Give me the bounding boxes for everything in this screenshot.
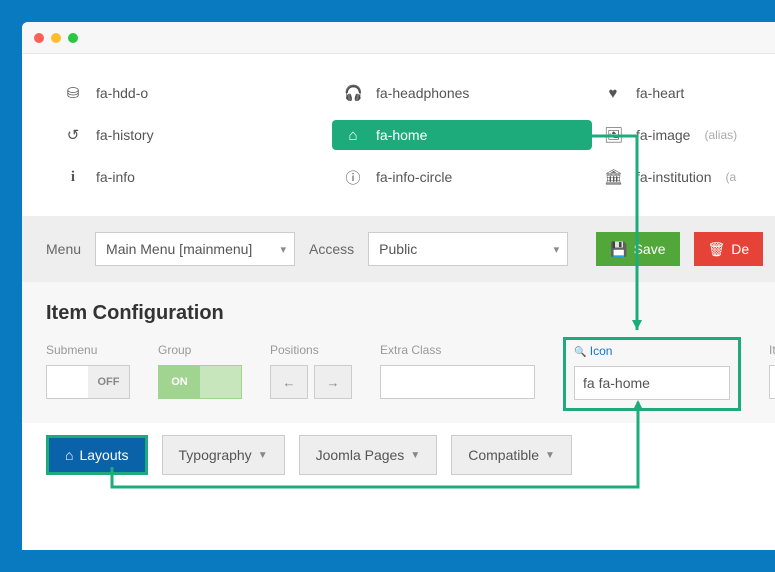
chevron-down-icon: ▼: [545, 450, 555, 461]
positions-label: Positions: [270, 343, 352, 357]
icon-item[interactable]: 🎧 fa-headphones: [332, 78, 592, 108]
icon-input[interactable]: [574, 366, 730, 400]
trash-icon: 🗑: [708, 241, 726, 258]
positions-field: Positions ← →: [270, 343, 352, 411]
toggle-on-text: ON: [159, 366, 200, 398]
icon-label: fa-info-circle: [376, 169, 452, 185]
extraclass-input[interactable]: [380, 365, 535, 399]
menu-select[interactable]: Main Menu [mainmenu]: [95, 232, 295, 266]
icon-label: 🔍 Icon: [574, 344, 730, 358]
icon-item[interactable]: i fa-info: [52, 162, 332, 192]
tab-label: Compatible: [468, 447, 539, 463]
save-label: Save: [634, 241, 666, 257]
icon-label: fa-home: [376, 127, 427, 143]
save-icon: 💾: [610, 241, 627, 258]
menu-label: Menu: [46, 241, 81, 257]
chevron-down-icon: ▼: [410, 450, 420, 461]
zoom-dot[interactable]: [68, 33, 78, 43]
window-titlebar: [22, 22, 775, 54]
heart-icon: ♥: [604, 85, 622, 102]
tab-joomla-pages[interactable]: Joomla Pages ▼: [299, 435, 438, 475]
tab-label: Typography: [179, 447, 252, 463]
close-dot[interactable]: [34, 33, 44, 43]
submenu-toggle[interactable]: OFF: [46, 365, 130, 399]
alias-label: (a: [725, 170, 736, 184]
item-field: Item: [769, 343, 775, 411]
icon-label: fa-institution: [636, 169, 711, 185]
history-icon: ↺: [64, 126, 82, 144]
icon-field-highlight: 🔍 Icon: [563, 337, 741, 411]
tab-label: Layouts: [79, 447, 128, 463]
item-configuration: Item Configuration Submenu OFF Group ON …: [22, 282, 775, 423]
chevron-down-icon: ▼: [258, 450, 268, 461]
headphones-icon: 🎧: [344, 84, 362, 102]
item-label: Item: [769, 343, 775, 357]
item-input[interactable]: [769, 365, 775, 399]
config-title: Item Configuration: [46, 302, 751, 325]
group-label: Group: [158, 343, 242, 357]
toggle-off-text: OFF: [88, 366, 129, 398]
toolbar: Menu Main Menu [mainmenu] Access Public …: [22, 216, 775, 282]
icon-label: fa-image: [636, 127, 690, 143]
save-button[interactable]: 💾 Save: [596, 232, 679, 266]
icon-item-selected[interactable]: ⌂ fa-home: [332, 120, 592, 150]
icon-picker-grid: ⛁ fa-hdd-o 🎧 fa-headphones ♥ fa-heart ↺ fa-h…: [22, 54, 775, 216]
delete-button[interactable]: 🗑 De: [694, 232, 764, 266]
tabs: ⌂ Layouts Typography ▼ Joomla Pages ▼ Compa…: [22, 423, 775, 487]
arrow-right-icon: →: [327, 375, 340, 390]
home-icon: ⌂: [65, 447, 73, 463]
icon-label: fa-headphones: [376, 85, 469, 101]
home-icon: ⌂: [344, 127, 362, 144]
tab-label: Joomla Pages: [316, 447, 405, 463]
arrow-left-icon: ←: [283, 375, 296, 390]
position-left-button[interactable]: ←: [270, 365, 308, 399]
access-select[interactable]: Public: [368, 232, 568, 266]
tab-compatible[interactable]: Compatible ▼: [451, 435, 572, 475]
icon-label: fa-heart: [636, 85, 684, 101]
institution-icon: 🏛: [604, 168, 622, 186]
icon-item[interactable]: ♥ fa-heart: [592, 78, 775, 108]
menu-value: Main Menu [mainmenu]: [106, 241, 252, 257]
group-toggle[interactable]: ON: [158, 365, 242, 399]
submenu-field: Submenu OFF: [46, 343, 130, 411]
icon-label: fa-hdd-o: [96, 85, 148, 101]
info-icon: i: [64, 169, 82, 186]
icon-item[interactable]: ↺ fa-history: [52, 120, 332, 150]
minimize-dot[interactable]: [51, 33, 61, 43]
search-icon: 🔍: [574, 347, 586, 358]
icon-label: fa-info: [96, 169, 135, 185]
tab-layouts[interactable]: ⌂ Layouts: [46, 435, 148, 475]
submenu-label: Submenu: [46, 343, 130, 357]
extraclass-label: Extra Class: [380, 343, 535, 357]
icon-label: fa-history: [96, 127, 154, 143]
icon-item[interactable]: 🖼 fa-image (alias): [592, 120, 775, 150]
icon-item[interactable]: ⓘ fa-info-circle: [332, 162, 592, 192]
alias-label: (alias): [704, 128, 737, 142]
hdd-icon: ⛁: [64, 84, 82, 102]
access-label: Access: [309, 241, 354, 257]
icon-item[interactable]: 🏛 fa-institution (a: [592, 162, 775, 192]
delete-label: De: [731, 241, 749, 257]
icon-item[interactable]: ⛁ fa-hdd-o: [52, 78, 332, 108]
group-field: Group ON: [158, 343, 242, 411]
image-icon: 🖼: [604, 126, 622, 144]
info-circle-icon: ⓘ: [344, 167, 362, 188]
tab-typography[interactable]: Typography ▼: [162, 435, 285, 475]
position-right-button[interactable]: →: [314, 365, 352, 399]
extraclass-field: Extra Class: [380, 343, 535, 411]
access-value: Public: [379, 241, 417, 257]
